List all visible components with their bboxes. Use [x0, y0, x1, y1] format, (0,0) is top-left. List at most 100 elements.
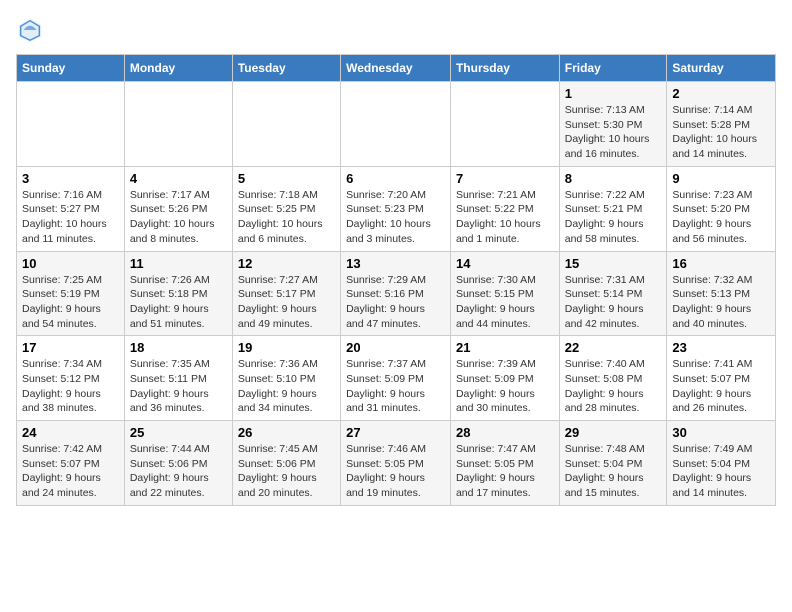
- day-number: 22: [565, 340, 662, 355]
- calendar-cell: [341, 82, 451, 167]
- day-info: Sunrise: 7:27 AM Sunset: 5:17 PM Dayligh…: [238, 273, 335, 332]
- day-info: Sunrise: 7:16 AM Sunset: 5:27 PM Dayligh…: [22, 188, 119, 247]
- calendar-cell: 6Sunrise: 7:20 AM Sunset: 5:23 PM Daylig…: [341, 166, 451, 251]
- calendar-cell: 23 Sunrise: 7:41 AM Sunset: 5:07 PM Dayli…: [667, 336, 776, 421]
- calendar-cell: 16 Sunrise: 7:32 AM Sunset: 5:13 PM Dayli…: [667, 251, 776, 336]
- day-number: 13: [346, 256, 445, 271]
- col-header-sunday: Sunday: [17, 55, 125, 82]
- header: [16, 16, 776, 44]
- calendar-cell: 20Sunrise: 7:37 AM Sunset: 5:09 PM Dayli…: [341, 336, 451, 421]
- calendar-cell: 2 Sunrise: 7:14 AM Sunset: 5:28 PM Daylig…: [667, 82, 776, 167]
- day-info: Sunrise: 7:34 AM Sunset: 5:12 PM Dayligh…: [22, 357, 119, 416]
- day-number: 11: [130, 256, 227, 271]
- day-number: 19: [238, 340, 335, 355]
- col-header-saturday: Saturday: [667, 55, 776, 82]
- day-info: Sunrise: 7:40 AM Sunset: 5:08 PM Dayligh…: [565, 357, 662, 416]
- day-number: 18: [130, 340, 227, 355]
- logo-icon: [16, 16, 44, 44]
- calendar-cell: 9Sunrise: 7:23 AM Sunset: 5:20 PM Daylig…: [667, 166, 776, 251]
- day-info: Sunrise: 7:13 AM Sunset: 5:30 PM Dayligh…: [565, 103, 662, 162]
- col-header-tuesday: Tuesday: [232, 55, 340, 82]
- day-info: Sunrise: 7:30 AM Sunset: 5:15 PM Dayligh…: [456, 273, 554, 332]
- calendar-cell: 1 Sunrise: 7:13 AM Sunset: 5:30 PM Daylig…: [559, 82, 667, 167]
- calendar-cell: 30 Sunrise: 7:49 AM Sunset: 5:04 PM Dayli…: [667, 421, 776, 506]
- calendar-cell: 21 Sunrise: 7:39 AM Sunset: 5:09 PM Dayli…: [450, 336, 559, 421]
- day-number: 27: [346, 425, 445, 440]
- day-info: Sunrise: 7:22 AM Sunset: 5:21 PM Dayligh…: [565, 188, 662, 247]
- day-info: Sunrise: 7:37 AM Sunset: 5:09 PM Dayligh…: [346, 357, 445, 416]
- col-header-monday: Monday: [124, 55, 232, 82]
- day-number: 10: [22, 256, 119, 271]
- calendar-cell: 5 Sunrise: 7:18 AM Sunset: 5:25 PM Daylig…: [232, 166, 340, 251]
- day-number: 5: [238, 171, 335, 186]
- day-info: Sunrise: 7:44 AM Sunset: 5:06 PM Dayligh…: [130, 442, 227, 501]
- day-info: Sunrise: 7:49 AM Sunset: 5:04 PM Dayligh…: [672, 442, 770, 501]
- day-info: Sunrise: 7:14 AM Sunset: 5:28 PM Dayligh…: [672, 103, 770, 162]
- calendar-cell: 10 Sunrise: 7:25 AM Sunset: 5:19 PM Dayli…: [17, 251, 125, 336]
- calendar-cell: [450, 82, 559, 167]
- day-number: 17: [22, 340, 119, 355]
- day-info: Sunrise: 7:42 AM Sunset: 5:07 PM Dayligh…: [22, 442, 119, 501]
- day-number: 23: [672, 340, 770, 355]
- calendar-cell: 15Sunrise: 7:31 AM Sunset: 5:14 PM Dayli…: [559, 251, 667, 336]
- calendar-cell: 19 Sunrise: 7:36 AM Sunset: 5:10 PM Dayli…: [232, 336, 340, 421]
- day-number: 14: [456, 256, 554, 271]
- calendar-cell: 8 Sunrise: 7:22 AM Sunset: 5:21 PM Daylig…: [559, 166, 667, 251]
- day-info: Sunrise: 7:46 AM Sunset: 5:05 PM Dayligh…: [346, 442, 445, 501]
- day-number: 24: [22, 425, 119, 440]
- day-info: Sunrise: 7:31 AM Sunset: 5:14 PM Dayligh…: [565, 273, 662, 332]
- day-number: 3: [22, 171, 119, 186]
- day-number: 12: [238, 256, 335, 271]
- day-info: Sunrise: 7:29 AM Sunset: 5:16 PM Dayligh…: [346, 273, 445, 332]
- day-number: 30: [672, 425, 770, 440]
- day-info: Sunrise: 7:21 AM Sunset: 5:22 PM Dayligh…: [456, 188, 554, 247]
- calendar-cell: 7 Sunrise: 7:21 AM Sunset: 5:22 PM Daylig…: [450, 166, 559, 251]
- calendar-cell: 17 Sunrise: 7:34 AM Sunset: 5:12 PM Dayli…: [17, 336, 125, 421]
- day-number: 1: [565, 86, 662, 101]
- day-info: Sunrise: 7:18 AM Sunset: 5:25 PM Dayligh…: [238, 188, 335, 247]
- calendar-cell: 11 Sunrise: 7:26 AM Sunset: 5:18 PM Dayli…: [124, 251, 232, 336]
- day-number: 4: [130, 171, 227, 186]
- day-info: Sunrise: 7:26 AM Sunset: 5:18 PM Dayligh…: [130, 273, 227, 332]
- calendar-cell: 25 Sunrise: 7:44 AM Sunset: 5:06 PM Dayli…: [124, 421, 232, 506]
- calendar-cell: [17, 82, 125, 167]
- calendar-cell: 13 Sunrise: 7:29 AM Sunset: 5:16 PM Dayli…: [341, 251, 451, 336]
- calendar-cell: [124, 82, 232, 167]
- day-number: 28: [456, 425, 554, 440]
- day-info: Sunrise: 7:17 AM Sunset: 5:26 PM Dayligh…: [130, 188, 227, 247]
- day-info: Sunrise: 7:48 AM Sunset: 5:04 PM Dayligh…: [565, 442, 662, 501]
- calendar-cell: 12 Sunrise: 7:27 AM Sunset: 5:17 PM Dayli…: [232, 251, 340, 336]
- day-info: Sunrise: 7:39 AM Sunset: 5:09 PM Dayligh…: [456, 357, 554, 416]
- calendar-cell: 27 Sunrise: 7:46 AM Sunset: 5:05 PM Dayli…: [341, 421, 451, 506]
- calendar-table: SundayMondayTuesdayWednesdayThursdayFrid…: [16, 54, 776, 506]
- day-info: Sunrise: 7:45 AM Sunset: 5:06 PM Dayligh…: [238, 442, 335, 501]
- day-number: 21: [456, 340, 554, 355]
- day-info: Sunrise: 7:36 AM Sunset: 5:10 PM Dayligh…: [238, 357, 335, 416]
- col-header-friday: Friday: [559, 55, 667, 82]
- calendar-cell: 26 Sunrise: 7:45 AM Sunset: 5:06 PM Dayli…: [232, 421, 340, 506]
- calendar-cell: 29 Sunrise: 7:48 AM Sunset: 5:04 PM Dayli…: [559, 421, 667, 506]
- calendar-cell: 28 Sunrise: 7:47 AM Sunset: 5:05 PM Dayli…: [450, 421, 559, 506]
- col-header-thursday: Thursday: [450, 55, 559, 82]
- day-info: Sunrise: 7:32 AM Sunset: 5:13 PM Dayligh…: [672, 273, 770, 332]
- col-header-wednesday: Wednesday: [341, 55, 451, 82]
- day-number: 7: [456, 171, 554, 186]
- day-info: Sunrise: 7:41 AM Sunset: 5:07 PM Dayligh…: [672, 357, 770, 416]
- calendar-cell: 22 Sunrise: 7:40 AM Sunset: 5:08 PM Dayli…: [559, 336, 667, 421]
- day-number: 26: [238, 425, 335, 440]
- day-info: Sunrise: 7:20 AM Sunset: 5:23 PM Dayligh…: [346, 188, 445, 247]
- day-info: Sunrise: 7:35 AM Sunset: 5:11 PM Dayligh…: [130, 357, 227, 416]
- day-number: 16: [672, 256, 770, 271]
- calendar-cell: 3 Sunrise: 7:16 AM Sunset: 5:27 PM Daylig…: [17, 166, 125, 251]
- day-number: 2: [672, 86, 770, 101]
- calendar-cell: 24 Sunrise: 7:42 AM Sunset: 5:07 PM Dayli…: [17, 421, 125, 506]
- day-info: Sunrise: 7:23 AM Sunset: 5:20 PM Dayligh…: [672, 188, 770, 247]
- day-number: 25: [130, 425, 227, 440]
- day-info: Sunrise: 7:47 AM Sunset: 5:05 PM Dayligh…: [456, 442, 554, 501]
- day-info: Sunrise: 7:25 AM Sunset: 5:19 PM Dayligh…: [22, 273, 119, 332]
- day-number: 8: [565, 171, 662, 186]
- day-number: 29: [565, 425, 662, 440]
- calendar-cell: 4 Sunrise: 7:17 AM Sunset: 5:26 PM Daylig…: [124, 166, 232, 251]
- calendar-cell: 14 Sunrise: 7:30 AM Sunset: 5:15 PM Dayli…: [450, 251, 559, 336]
- logo: [16, 16, 48, 44]
